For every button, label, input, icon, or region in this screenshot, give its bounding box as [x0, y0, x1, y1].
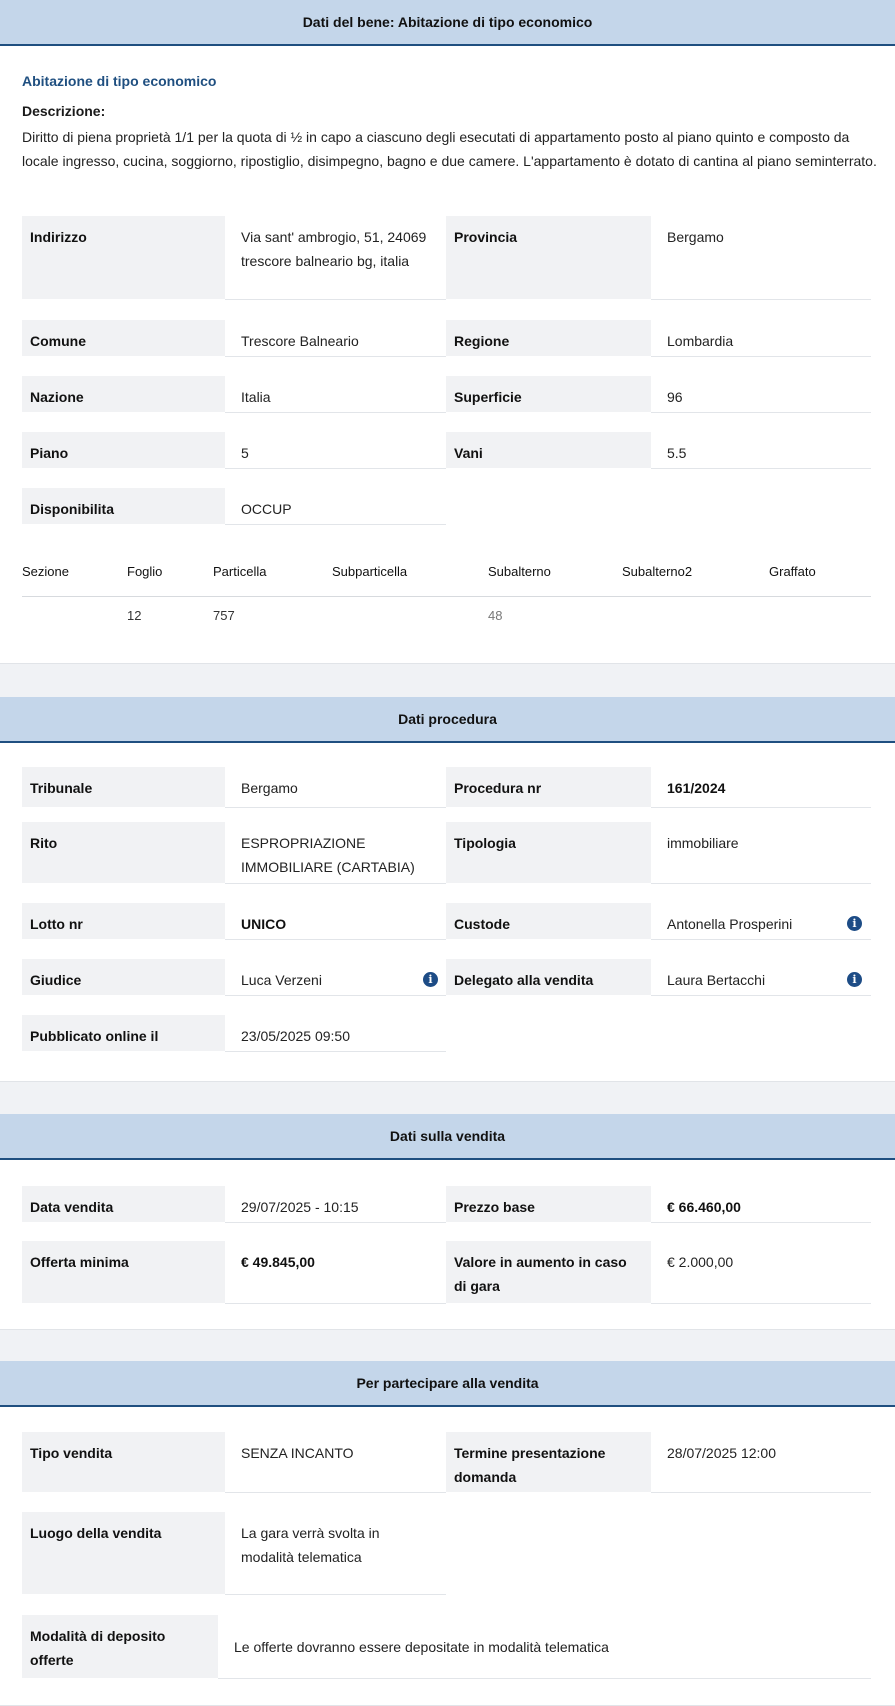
- catasto-header-sezione: Sezione: [22, 564, 69, 579]
- disponibilita-value: OCCUP: [225, 488, 446, 525]
- catasto-foglio-value: 12: [127, 608, 142, 623]
- custode-value: Antonella Prosperini: [651, 903, 871, 940]
- luogo-value: La gara verrà svolta in modalità telemat…: [225, 1512, 446, 1595]
- valore-aumento-value: € 2.000,00: [651, 1241, 871, 1304]
- description-label: Descrizione:: [22, 103, 106, 119]
- regione-value: Lombardia: [651, 320, 871, 357]
- partecipare-card: Per partecipare alla vendita Tipo vendit…: [0, 1361, 895, 1706]
- prezzo-base-label: Prezzo base: [446, 1186, 651, 1222]
- custode-info-icon[interactable]: i: [847, 916, 862, 931]
- provincia-label: Provincia: [446, 216, 651, 299]
- tipo-vendita-value: SENZA INCANTO: [225, 1432, 446, 1493]
- rito-value: ESPROPRIAZIONE IMMOBILIARE (CARTABIA): [225, 822, 446, 884]
- vani-label: Vani: [446, 432, 651, 468]
- catasto-header-graffato: Graffato: [769, 564, 816, 579]
- pubblicato-label: Pubblicato online il: [22, 1015, 225, 1051]
- giudice-value: Luca Verzeni: [225, 959, 446, 996]
- indirizzo-value: Via sant' ambrogio, 51, 24069 trescore b…: [225, 216, 446, 300]
- bene-header: Dati del bene: Abitazione di tipo econom…: [0, 0, 895, 46]
- tipologia-label: Tipologia: [446, 822, 651, 883]
- bene-subtitle: Abitazione di tipo economico: [22, 73, 217, 89]
- prezzo-base-value: € 66.460,00: [651, 1186, 871, 1223]
- catasto-header-subalterno2: Subalterno2: [622, 564, 693, 579]
- data-vendita-value: 29/07/2025 - 10:15: [225, 1186, 446, 1223]
- provincia-value: Bergamo: [651, 216, 871, 300]
- valore-aumento-label: Valore in aumento in caso di gara: [446, 1241, 651, 1303]
- comune-value: Trescore Balneario: [225, 320, 446, 357]
- offerta-minima-value: € 49.845,00: [225, 1241, 446, 1304]
- indirizzo-label: Indirizzo: [22, 216, 225, 299]
- giudice-info-icon[interactable]: i: [423, 972, 438, 987]
- delegato-label: Delegato alla vendita: [446, 959, 651, 995]
- regione-label: Regione: [446, 320, 651, 356]
- pubblicato-value: 23/05/2025 09:50: [225, 1015, 446, 1052]
- vani-value: 5.5: [651, 432, 871, 469]
- procedura-nr-value: 161/2024: [651, 767, 871, 808]
- catasto-header-subalterno: Subalterno: [488, 564, 551, 579]
- nazione-label: Nazione: [22, 376, 225, 412]
- custode-label: Custode: [446, 903, 651, 939]
- piano-label: Piano: [22, 432, 225, 468]
- bene-card: Dati del bene: Abitazione di tipo econom…: [0, 0, 895, 664]
- tribunale-label: Tribunale: [22, 767, 225, 807]
- tribunale-value: Bergamo: [225, 767, 446, 808]
- catasto-particella-value: 757: [213, 608, 235, 623]
- superficie-value: 96: [651, 376, 871, 413]
- data-vendita-label: Data vendita: [22, 1186, 225, 1222]
- delegato-value: Laura Bertacchi: [651, 959, 871, 996]
- procedura-nr-label: Procedura nr: [446, 767, 651, 807]
- nazione-value: Italia: [225, 376, 446, 413]
- disponibilita-label: Disponibilita: [22, 488, 225, 524]
- catasto-header-foglio: Foglio: [127, 564, 163, 579]
- termine-value: 28/07/2025 12:00: [651, 1432, 871, 1493]
- procedura-header: Dati procedura: [0, 697, 895, 743]
- superficie-label: Superficie: [446, 376, 651, 412]
- vendita-header: Dati sulla vendita: [0, 1114, 895, 1160]
- partecipare-header: Per partecipare alla vendita: [0, 1361, 895, 1407]
- delegato-info-icon[interactable]: i: [847, 972, 862, 987]
- lotto-label: Lotto nr: [22, 903, 225, 939]
- rito-label: Rito: [22, 822, 225, 883]
- procedura-card: Dati procedura Tribunale Bergamo Procedu…: [0, 697, 895, 1082]
- comune-label: Comune: [22, 320, 225, 356]
- termine-label: Termine presentazione domanda: [446, 1432, 651, 1492]
- tipo-vendita-label: Tipo vendita: [22, 1432, 225, 1492]
- giudice-label: Giudice: [22, 959, 225, 995]
- catasto-divider: [22, 596, 871, 597]
- modalita-label: Modalità di deposito offerte: [22, 1615, 218, 1678]
- catasto-header-particella: Particella: [213, 564, 267, 579]
- modalita-value: Le offerte dovranno essere depositate in…: [218, 1615, 871, 1679]
- catasto-header-subparticella: Subparticella: [332, 564, 408, 579]
- lotto-value: UNICO: [225, 903, 446, 940]
- offerta-minima-label: Offerta minima: [22, 1241, 225, 1303]
- piano-value: 5: [225, 432, 446, 469]
- vendita-card: Dati sulla vendita Data vendita 29/07/20…: [0, 1114, 895, 1330]
- description-text: Diritto di piena proprietà 1/1 per la qu…: [22, 129, 877, 169]
- tipologia-value: immobiliare: [651, 822, 871, 884]
- luogo-label: Luogo della vendita: [22, 1512, 225, 1594]
- catasto-subalterno-value: 48: [488, 608, 503, 623]
